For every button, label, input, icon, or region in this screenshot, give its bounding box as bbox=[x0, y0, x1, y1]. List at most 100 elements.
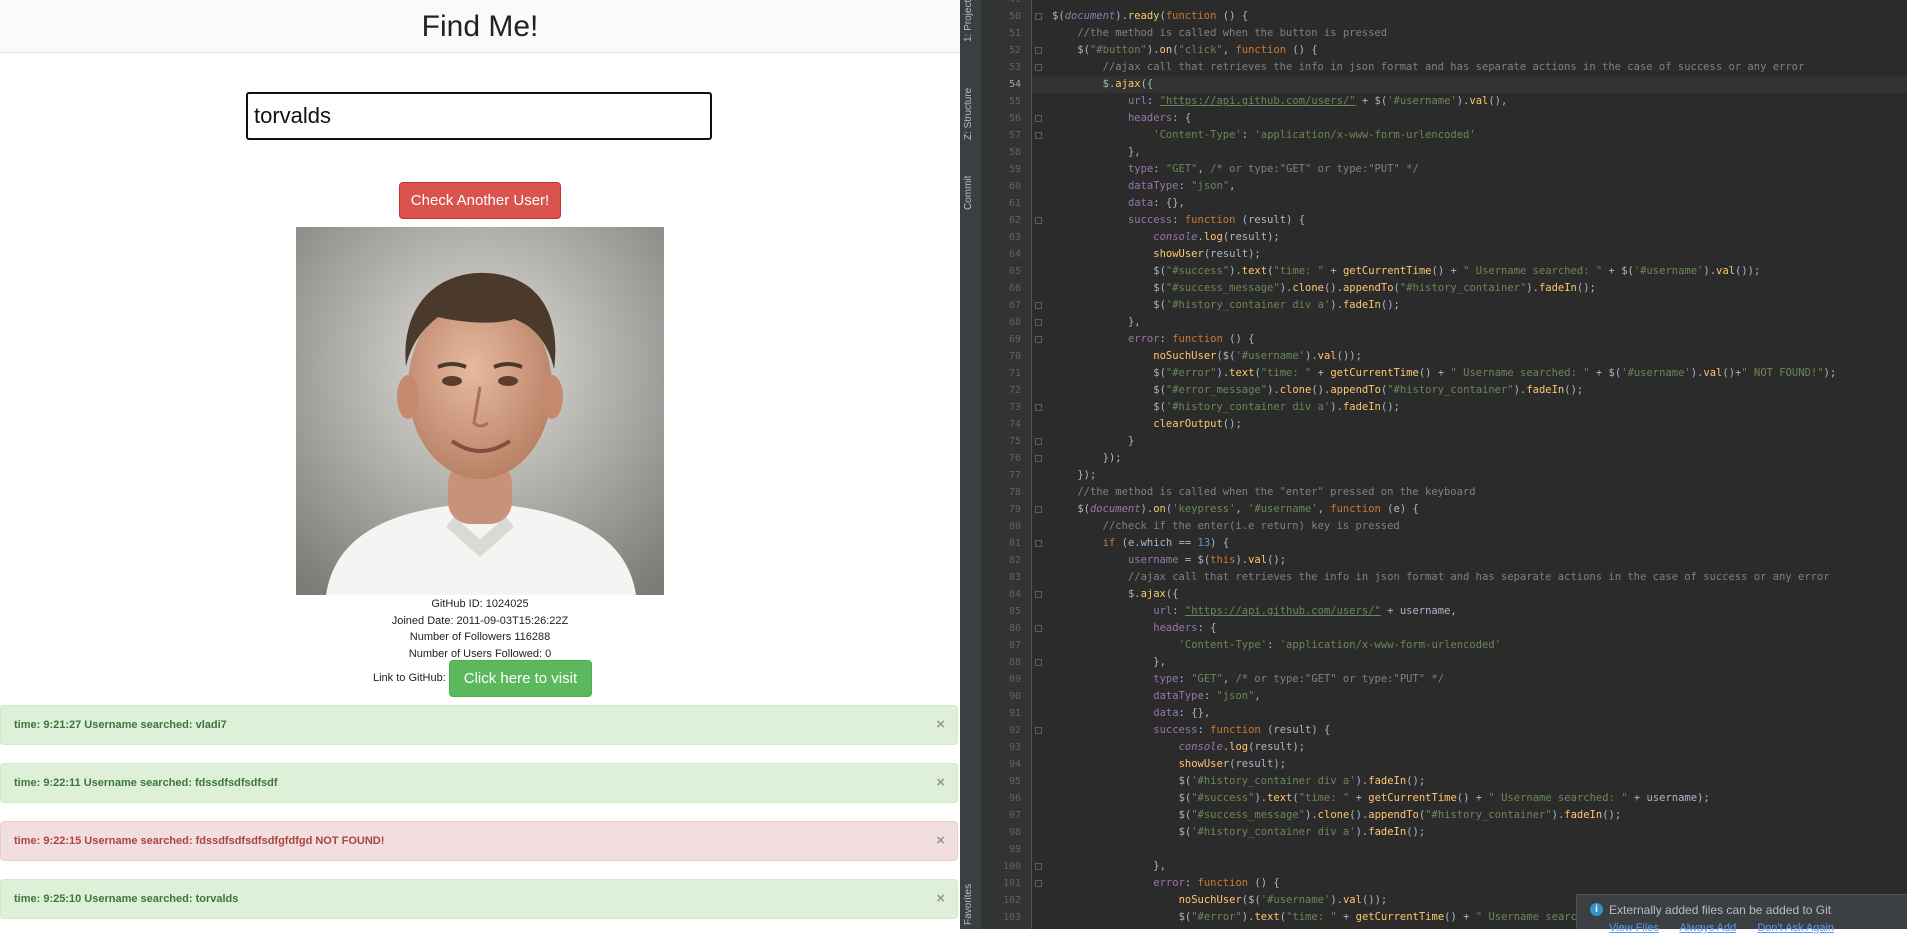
line-number: 82 bbox=[1008, 555, 1021, 566]
code-line: console.log(result); bbox=[1153, 231, 1280, 243]
close-icon[interactable]: × bbox=[936, 706, 945, 744]
history-alert-text: time: 9:25:10 Username searched: torvald… bbox=[14, 893, 239, 905]
line-number: 50 bbox=[1008, 11, 1021, 22]
line-number: 103 bbox=[1002, 912, 1021, 923]
fold-marker-icon[interactable] bbox=[1035, 540, 1042, 547]
close-icon[interactable]: × bbox=[936, 880, 945, 918]
fold-gutter bbox=[1032, 0, 1048, 929]
line-number: 58 bbox=[1008, 147, 1021, 158]
code-line: //the method is called when the "enter" … bbox=[1077, 486, 1476, 498]
fold-marker-icon[interactable] bbox=[1035, 302, 1042, 309]
close-icon[interactable]: × bbox=[936, 764, 945, 802]
close-icon[interactable]: × bbox=[936, 822, 945, 860]
code-line: $("#success").text("time: " + getCurrent… bbox=[1153, 265, 1761, 277]
fold-marker-icon[interactable] bbox=[1035, 625, 1042, 632]
code-line: username = $(this).val(); bbox=[1127, 554, 1287, 566]
history-alert-success: time: 9:25:10 Username searched: torvald… bbox=[0, 879, 958, 919]
line-number: 81 bbox=[1008, 538, 1021, 549]
history-alert-error: time: 9:22:15 Username searched: fdssdfs… bbox=[0, 821, 958, 861]
line-number: 83 bbox=[1008, 572, 1021, 583]
code-line: //ajax call that retrieves the info in j… bbox=[1127, 571, 1830, 583]
code-line: headers: { bbox=[1127, 112, 1192, 124]
line-number: 99 bbox=[1008, 844, 1021, 855]
line-number: 80 bbox=[1008, 521, 1021, 532]
line-number: 71 bbox=[1008, 368, 1021, 379]
line-number: 66 bbox=[1008, 283, 1021, 294]
code-line: $("#error").text("time: " + getCurrentTi… bbox=[1153, 367, 1837, 379]
code-line: $('#history_container div a').fadeIn(); bbox=[1153, 299, 1400, 311]
code-line: }); bbox=[1077, 469, 1097, 481]
fold-marker-icon[interactable] bbox=[1035, 319, 1042, 326]
fold-marker-icon[interactable] bbox=[1035, 336, 1042, 343]
line-number: 92 bbox=[1008, 725, 1021, 736]
fold-marker-icon[interactable] bbox=[1035, 115, 1042, 122]
fold-marker-icon[interactable] bbox=[1035, 659, 1042, 666]
line-number: 95 bbox=[1008, 776, 1021, 787]
github-link-label: Link to GitHub: bbox=[373, 672, 446, 684]
line-number: 54 bbox=[1008, 79, 1021, 90]
visit-github-button[interactable]: Click here to visit bbox=[448, 659, 593, 697]
line-number: 51 bbox=[1008, 28, 1021, 39]
fold-marker-icon[interactable] bbox=[1035, 47, 1042, 54]
dont-ask-again-link[interactable]: Don't Ask Again bbox=[1757, 922, 1834, 934]
line-number: 67 bbox=[1008, 300, 1021, 311]
code-line: $.ajax({ bbox=[1127, 588, 1179, 600]
line-number: 88 bbox=[1008, 657, 1021, 668]
fold-marker-icon[interactable] bbox=[1035, 727, 1042, 734]
line-number: 59 bbox=[1008, 164, 1021, 175]
notification-message: Externally added files can be added to G… bbox=[1609, 903, 1832, 917]
tab-favorites[interactable]: Favorites bbox=[963, 884, 974, 925]
code-line: }, bbox=[1127, 316, 1141, 328]
code-line: dataType: "json", bbox=[1153, 690, 1261, 702]
history-alert-text: time: 9:22:15 Username searched: fdssdfs… bbox=[14, 835, 385, 847]
profile-info: GitHub ID: 1024025 Joined Date: 2011-09-… bbox=[296, 596, 664, 662]
tab-project[interactable]: 1: Project bbox=[963, 0, 974, 42]
tab-structure[interactable]: Z: Structure bbox=[963, 88, 974, 140]
code-line: $("#error_message").clone().appendTo("#h… bbox=[1153, 384, 1584, 396]
fold-marker-icon[interactable] bbox=[1035, 863, 1042, 870]
code-line: noSuchUser($('#username').val()); bbox=[1178, 894, 1388, 906]
line-number: 91 bbox=[1008, 708, 1021, 719]
line-number: 61 bbox=[1008, 198, 1021, 209]
fold-marker-icon[interactable] bbox=[1035, 591, 1042, 598]
line-number: 64 bbox=[1008, 249, 1021, 260]
code-line: type: "GET", /* or type:"GET" or type:"P… bbox=[1127, 163, 1419, 175]
line-number: 75 bbox=[1008, 436, 1021, 447]
fold-marker-icon[interactable] bbox=[1035, 438, 1042, 445]
line-number: 101 bbox=[1002, 878, 1021, 889]
line-number: 76 bbox=[1008, 453, 1021, 464]
fold-marker-icon[interactable] bbox=[1035, 455, 1042, 462]
code-line: 'Content-Type': 'application/x-www-form-… bbox=[1178, 639, 1501, 651]
view-files-link[interactable]: View Files bbox=[1609, 922, 1659, 934]
fold-marker-icon[interactable] bbox=[1035, 506, 1042, 513]
line-number: 74 bbox=[1008, 419, 1021, 430]
always-add-link[interactable]: Always Add bbox=[1679, 922, 1736, 934]
fold-marker-icon[interactable] bbox=[1035, 13, 1042, 20]
fold-marker-icon[interactable] bbox=[1035, 217, 1042, 224]
code-line: dataType: "json", bbox=[1127, 180, 1236, 192]
code-area[interactable]: $(document).ready(function () { //the me… bbox=[1032, 0, 1907, 929]
fold-marker-icon[interactable] bbox=[1035, 404, 1042, 411]
code-line: success: function (result) { bbox=[1153, 724, 1331, 736]
code-line: $(document).ready(function () { bbox=[1052, 10, 1249, 22]
tool-window-strip: 1: Project Z: Structure Commit Favorites bbox=[960, 0, 982, 929]
line-number: 85 bbox=[1008, 606, 1021, 617]
fold-marker-icon[interactable] bbox=[1035, 880, 1042, 887]
tab-commit[interactable]: Commit bbox=[963, 176, 974, 210]
code-line: $.ajax({ bbox=[1032, 76, 1907, 93]
code-line: noSuchUser($('#username').val()); bbox=[1153, 350, 1362, 362]
line-number: 57 bbox=[1008, 130, 1021, 141]
code-line: //the method is called when the button i… bbox=[1077, 27, 1388, 39]
history-alert-text: time: 9:22:11 Username searched: fdssdfs… bbox=[14, 777, 278, 789]
history-alert-success: time: 9:22:11 Username searched: fdssdfs… bbox=[0, 763, 958, 803]
check-another-user-button[interactable]: Check Another User! bbox=[399, 182, 561, 219]
line-number: 84 bbox=[1008, 589, 1021, 600]
username-input[interactable] bbox=[246, 92, 712, 140]
code-line: //check if the enter(i.e return) key is … bbox=[1102, 520, 1400, 532]
fold-marker-icon[interactable] bbox=[1035, 64, 1042, 71]
code-line: type: "GET", /* or type:"GET" or type:"P… bbox=[1153, 673, 1445, 685]
line-number: 69 bbox=[1008, 334, 1021, 345]
code-line: //ajax call that retrieves the info in j… bbox=[1102, 61, 1805, 73]
fold-marker-icon[interactable] bbox=[1035, 132, 1042, 139]
line-number: 73 bbox=[1008, 402, 1021, 413]
